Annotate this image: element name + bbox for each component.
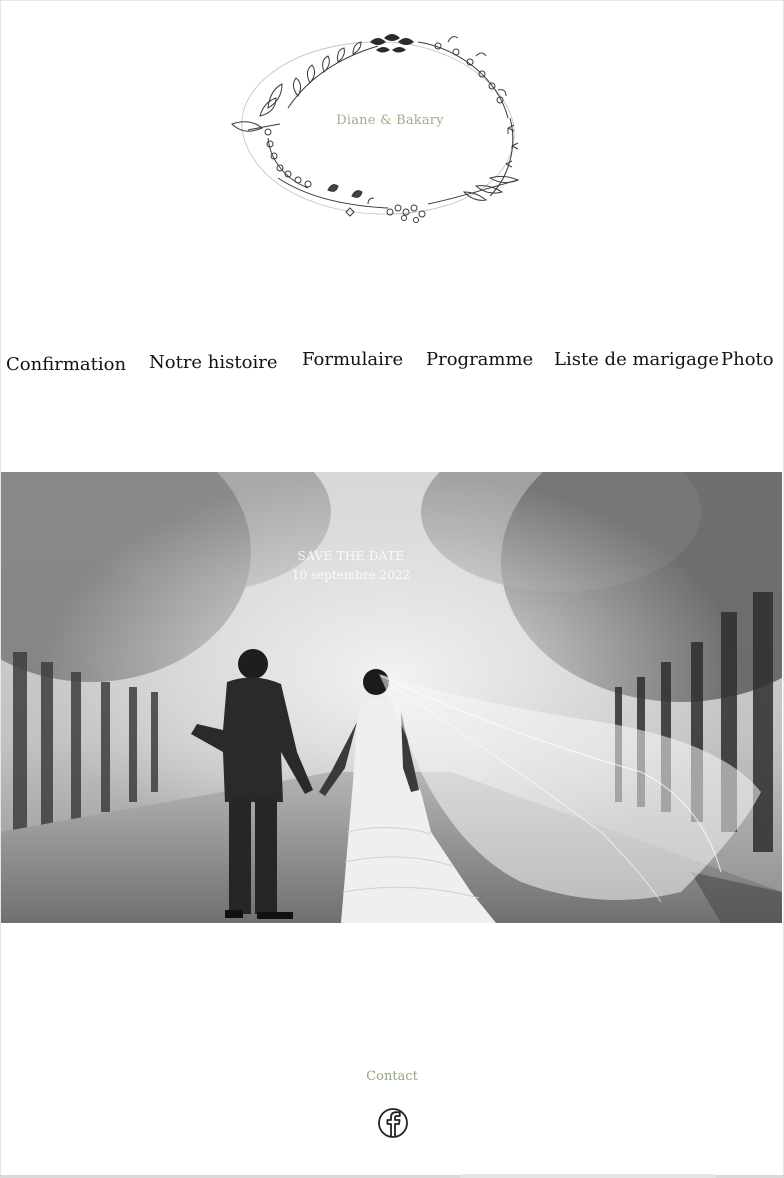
facebook-icon[interactable] [377, 1107, 409, 1139]
nav-item-photo[interactable]: Photo [721, 349, 774, 370]
nav-item-confirmation[interactable]: Confirmation [6, 354, 126, 375]
nav-item-notre-histoire[interactable]: Notre histoire [149, 352, 277, 373]
contact-link[interactable]: Contact [0, 1069, 784, 1084]
wedding-date: 10 septembre 2022 [291, 568, 411, 582]
couple-names: Diane & Bakary [336, 113, 444, 128]
bottom-scroll-indicator [460, 1174, 716, 1178]
nav-item-liste-de-marigage[interactable]: Liste de marigage [554, 349, 719, 370]
save-the-date-title: SAVE THE DATE [297, 549, 405, 563]
hero-image: SAVE THE DATE 10 septembre 2022 [1, 472, 782, 923]
nav-item-programme[interactable]: Programme [426, 349, 533, 370]
nav-item-formulaire[interactable]: Formulaire [302, 349, 403, 370]
main-nav: Confirmation Notre histoire Formulaire P… [0, 340, 784, 390]
